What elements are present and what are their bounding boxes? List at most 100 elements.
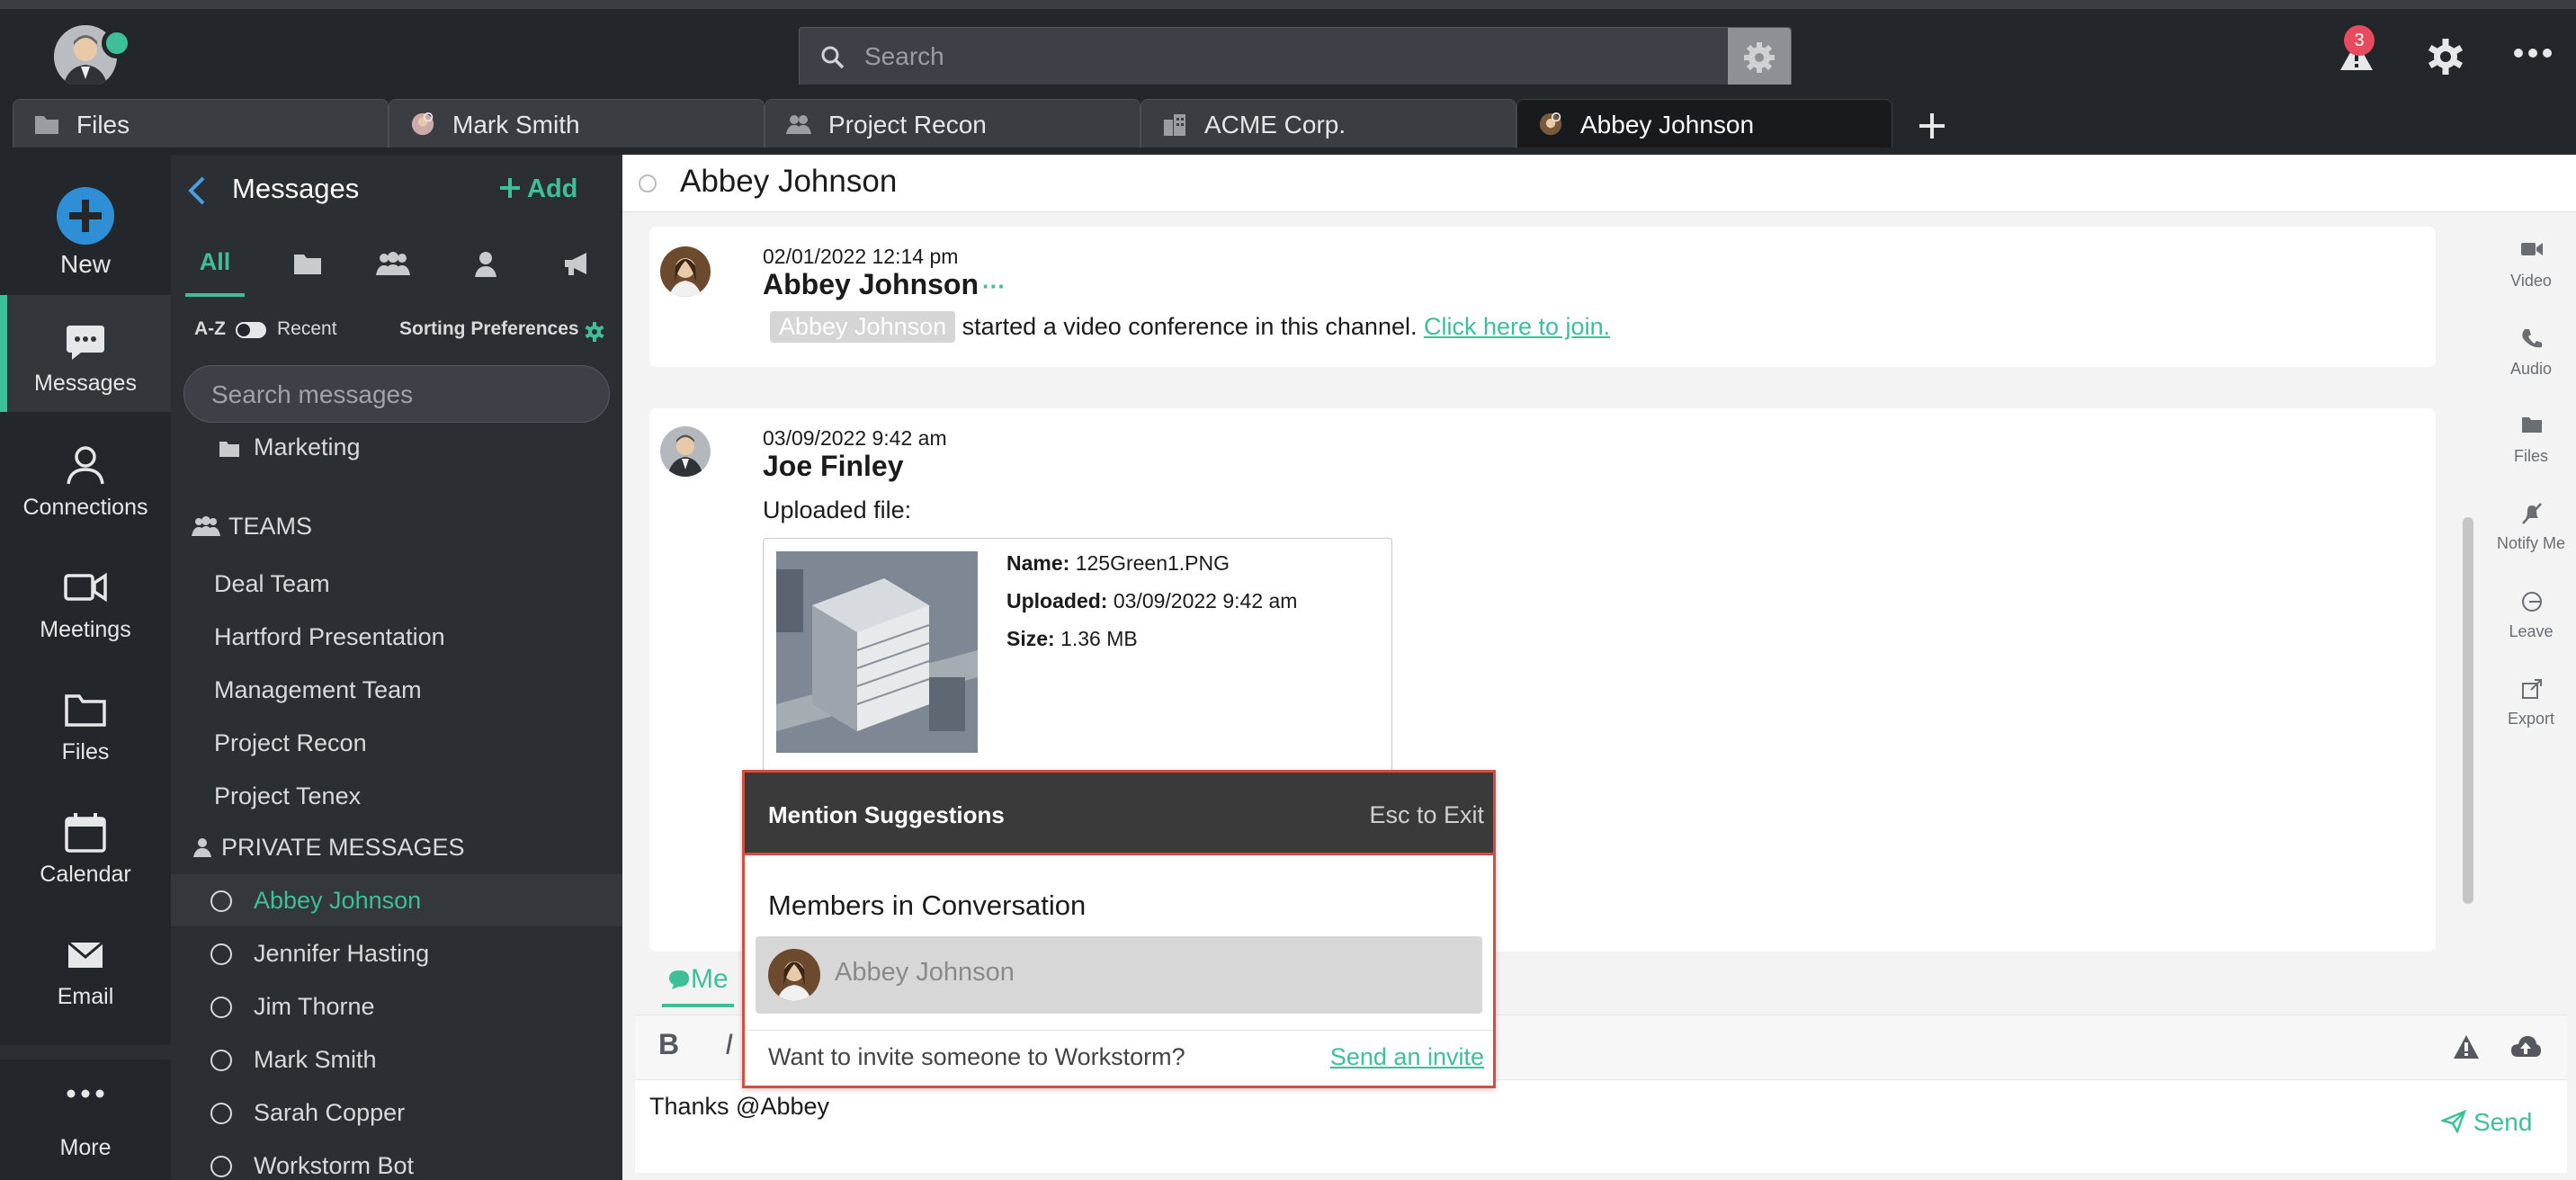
video-action[interactable]: Video — [2486, 230, 2576, 311]
compose-tab-label: Me — [691, 964, 729, 994]
add-tab-icon[interactable] — [1914, 108, 1950, 144]
action-label: Export — [2507, 710, 2555, 728]
scrollbar[interactable] — [2463, 517, 2473, 904]
phone-icon — [2522, 329, 2542, 348]
search-messages-field[interactable]: Search messages — [183, 365, 610, 423]
nav-label: Meetings — [40, 617, 131, 642]
nav-email[interactable]: Email — [0, 908, 171, 1025]
leave-action[interactable]: Leave — [2486, 581, 2576, 662]
list-item-label: Sarah Copper — [254, 1099, 406, 1126]
folder-icon — [2522, 417, 2542, 433]
nav-files[interactable]: Files — [0, 664, 171, 781]
search-settings-button[interactable] — [1728, 28, 1791, 87]
chevron-left-icon[interactable] — [185, 174, 210, 207]
left-nav: New Messages Connections Meetings Files … — [0, 155, 171, 1180]
sort-toggle[interactable] — [236, 322, 266, 338]
global-search[interactable]: Search — [799, 27, 1792, 88]
tab-project-recon[interactable]: Project Recon — [765, 99, 1140, 148]
sort-az-label: A-Z — [194, 318, 226, 339]
video-icon — [2521, 243, 2543, 255]
nav-label: New — [59, 250, 111, 278]
nav-calendar[interactable]: Calendar — [0, 786, 171, 903]
nav-meetings[interactable]: Meetings — [0, 541, 171, 658]
private-item-abbey-johnson[interactable]: Abbey Johnson — [171, 874, 622, 926]
tab-acme-corp[interactable]: ACME Corp. — [1140, 99, 1516, 148]
tab-abbey-johnson[interactable]: Abbey Johnson — [1516, 99, 1892, 148]
folder-icon — [65, 694, 106, 727]
conversation-title: Abbey Johnson — [680, 164, 898, 199]
nav-new[interactable]: New — [0, 155, 171, 278]
action-label: Notify Me — [2496, 534, 2566, 552]
team-item[interactable]: Hartford Presentation — [171, 611, 622, 663]
suggestion-name: Abbey Johnson — [835, 958, 1015, 987]
list-item-label: Jennifer Hasting — [254, 940, 430, 967]
list-item-label: Mark Smith — [254, 1046, 377, 1073]
private-item[interactable]: Mark Smith — [171, 1033, 622, 1086]
add-button[interactable]: Add — [498, 174, 577, 204]
presence-circle-icon — [639, 174, 657, 192]
teams-header: TEAMS — [191, 513, 312, 541]
megaphone-filter-icon[interactable] — [561, 250, 594, 277]
avatar-icon — [411, 112, 434, 136]
audio-action[interactable]: Audio — [2486, 318, 2576, 399]
join-link[interactable]: Click here to join. — [1424, 313, 1610, 340]
esc-to-exit[interactable]: Esc to Exit — [1369, 801, 1484, 829]
action-label: Video — [2510, 272, 2552, 290]
private-item[interactable]: Jennifer Hasting — [171, 927, 622, 979]
cloud-upload-icon[interactable] — [2509, 1033, 2542, 1060]
italic-button[interactable]: I — [725, 1028, 733, 1061]
file-attachment[interactable]: Name: 125Green1.PNG Uploaded: 03/09/2022… — [763, 538, 1392, 772]
private-item[interactable]: Workstorm Bot — [171, 1140, 622, 1180]
message-input[interactable]: Thanks @Abbey — [635, 1079, 2567, 1173]
team-item[interactable]: Deal Team — [171, 558, 622, 610]
message-input-text: Thanks @Abbey — [649, 1093, 830, 1120]
online-status-icon — [102, 28, 132, 58]
tab-files[interactable]: Files — [13, 99, 389, 148]
private-item[interactable]: Jim Thorne — [171, 980, 622, 1032]
folder-filter-icon[interactable] — [291, 250, 324, 277]
nav-connections[interactable]: Connections — [0, 419, 171, 536]
settings-gear-icon[interactable] — [2425, 36, 2466, 77]
message-card: 02/01/2022 12:14 pm Abbey Johnson ··· Abb… — [649, 227, 2436, 367]
file-uploaded-row: Uploaded: 03/09/2022 9:42 am — [1006, 589, 1297, 613]
team-item[interactable]: Management Team — [171, 664, 622, 716]
filter-all[interactable]: All — [185, 232, 245, 297]
sorting-preferences-link[interactable]: Sorting Preferences — [399, 318, 579, 340]
notify-me-action[interactable]: Notify Me — [2486, 493, 2576, 574]
nav-messages[interactable]: Messages — [0, 295, 171, 412]
file-uploaded: 03/09/2022 9:42 am — [1113, 589, 1298, 612]
gear-icon[interactable] — [583, 320, 606, 344]
private-item[interactable]: Sarah Copper — [171, 1086, 622, 1139]
author-menu-icon[interactable]: ··· — [982, 273, 1006, 299]
team-icon — [786, 115, 811, 134]
team-item[interactable]: Project Recon — [171, 717, 622, 769]
message-body: Abbey Johnson started a video conference… — [770, 311, 1610, 343]
send-button[interactable]: Send — [2439, 1108, 2532, 1137]
calendar-icon — [65, 813, 106, 853]
compose-tab[interactable]: Me — [662, 964, 734, 1007]
mention-tag[interactable]: Abbey Johnson — [770, 311, 956, 343]
mention-suggestion-item[interactable]: Abbey Johnson — [756, 936, 1482, 1014]
action-label: Files — [2513, 447, 2548, 465]
alert-icon[interactable] — [2452, 1033, 2481, 1060]
more-options-icon[interactable] — [2511, 40, 2554, 67]
search-messages-placeholder: Search messages — [211, 380, 414, 408]
private-messages-header: PRIVATE MESSAGES — [191, 834, 465, 862]
tab-mark-smith[interactable]: Mark Smith — [389, 99, 765, 148]
tab-label: Abbey Johnson — [1580, 111, 1755, 139]
team-item[interactable]: Project Tenex — [171, 770, 622, 822]
nav-more[interactable]: More — [0, 1054, 171, 1171]
filter-row: All — [171, 232, 622, 297]
message-author[interactable]: Abbey Johnson ··· — [763, 268, 1006, 301]
list-item-label: Project Recon — [214, 729, 367, 756]
search-input[interactable]: Search — [864, 42, 944, 71]
list-item-folder[interactable]: Marketing — [171, 421, 622, 473]
bold-button[interactable]: B — [658, 1028, 679, 1061]
message-author[interactable]: Joe Finley — [763, 450, 904, 483]
person-filter-icon[interactable] — [470, 250, 502, 277]
files-action[interactable]: Files — [2486, 406, 2576, 487]
send-invite-link[interactable]: Send an invite — [1330, 1043, 1484, 1071]
teams-filter-icon[interactable] — [374, 250, 412, 277]
export-action[interactable]: Export — [2486, 668, 2576, 749]
file-thumbnail[interactable] — [776, 551, 978, 753]
